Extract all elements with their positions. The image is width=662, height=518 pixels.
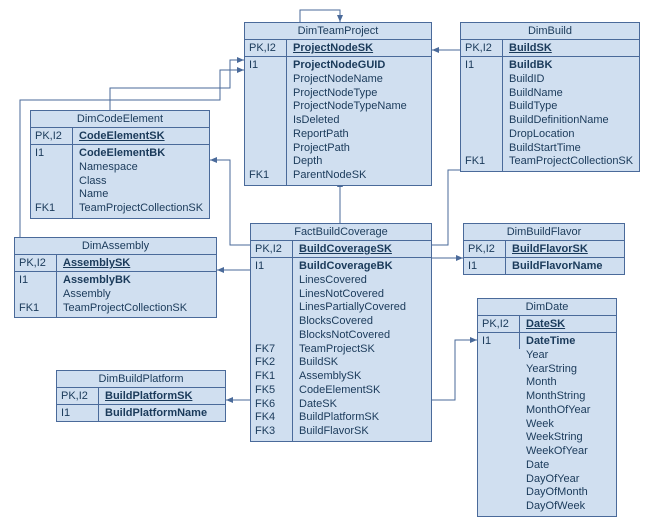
entity-dimteamproject: DimTeamProject PK,I2 ProjectNodeSK I1 FK… [244,22,432,186]
entity-title: DimBuildPlatform [57,371,225,388]
entity-title: DimBuild [461,23,639,40]
entity-title: FactBuildCoverage [251,224,431,241]
entity-title: DimAssembly [15,238,216,255]
entity-title: DimCodeElement [31,111,209,128]
entity-factbuildcoverage: FactBuildCoverage PK,I2 BuildCoverageSK … [250,223,432,442]
entity-title: DimDate [478,299,616,316]
entity-dimbuild: DimBuild PK,I2 BuildSK I1 FK1 BuildBK Bu… [460,22,640,172]
entity-dimbuildflavor: DimBuildFlavor PK,I2 BuildFlavorSK I1 Bu… [463,223,625,275]
entity-dimbuildplatform: DimBuildPlatform PK,I2 BuildPlatformSK I… [56,370,226,422]
entity-dimcodeelement: DimCodeElement PK,I2 CodeElementSK I1 FK… [30,110,210,219]
entity-dimdate: DimDate PK,I2 DateSK I1 DateTime Year Ye… [477,298,617,517]
entity-title: DimBuildFlavor [464,224,624,241]
entity-title: DimTeamProject [245,23,431,40]
entity-dimassembly: DimAssembly PK,I2 AssemblySK I1 FK1 Asse… [14,237,217,318]
